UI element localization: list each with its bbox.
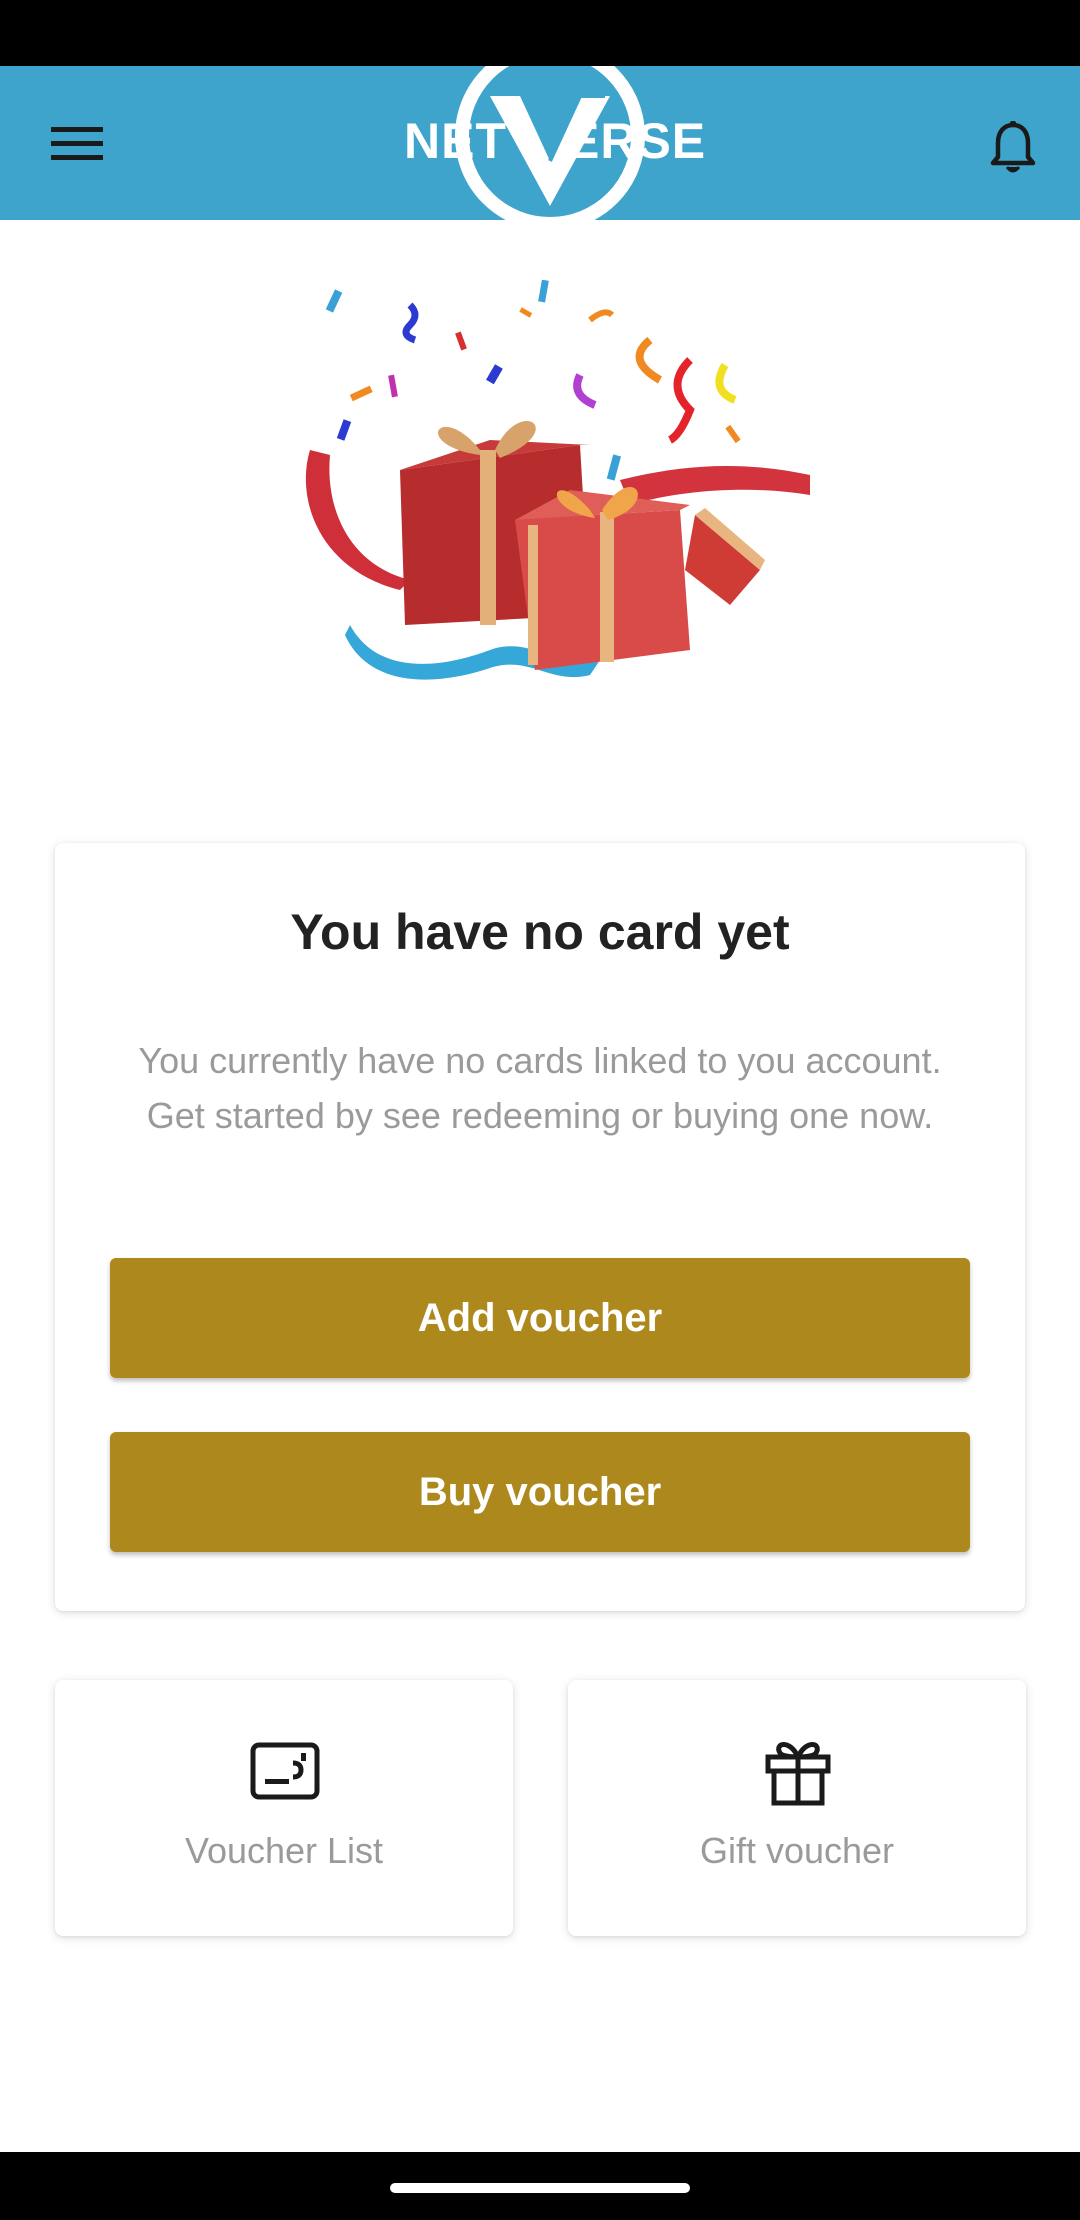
logo-text-left: NET (404, 113, 507, 169)
gift-icon (765, 1742, 831, 1806)
notification-button[interactable] (976, 111, 1050, 185)
gift-voucher-label: Gift voucher (699, 1830, 895, 1871)
hamburger-menu-icon (51, 127, 103, 160)
voucher-list-icon (250, 1742, 320, 1800)
voucher-list-tile[interactable]: Voucher List (55, 1680, 513, 1936)
logo-text-right: ERSE (566, 113, 707, 169)
buy-voucher-button[interactable]: Buy voucher (110, 1432, 970, 1552)
app-logo: NET ERSE (400, 66, 740, 220)
gift-voucher-tile[interactable]: Gift voucher (568, 1680, 1026, 1936)
status-bar (0, 0, 1080, 66)
bell-icon (990, 121, 1036, 173)
gift-boxes-confetti-icon (305, 279, 810, 680)
voucher-list-label: Voucher List (184, 1830, 384, 1871)
app-bar: NET ERSE (0, 66, 1080, 220)
gift-illustration (290, 279, 820, 700)
add-voucher-button[interactable]: Add voucher (110, 1258, 970, 1378)
empty-state-title: You have no card yet (290, 904, 790, 960)
home-gesture-handle[interactable] (390, 2183, 690, 2193)
system-navigation-bar (0, 2152, 1080, 2220)
empty-state-description: You currently have no cards linked to yo… (138, 1040, 942, 1136)
menu-button[interactable] (40, 111, 114, 175)
empty-state-card: You have no card yet You currently have … (55, 843, 1025, 1611)
